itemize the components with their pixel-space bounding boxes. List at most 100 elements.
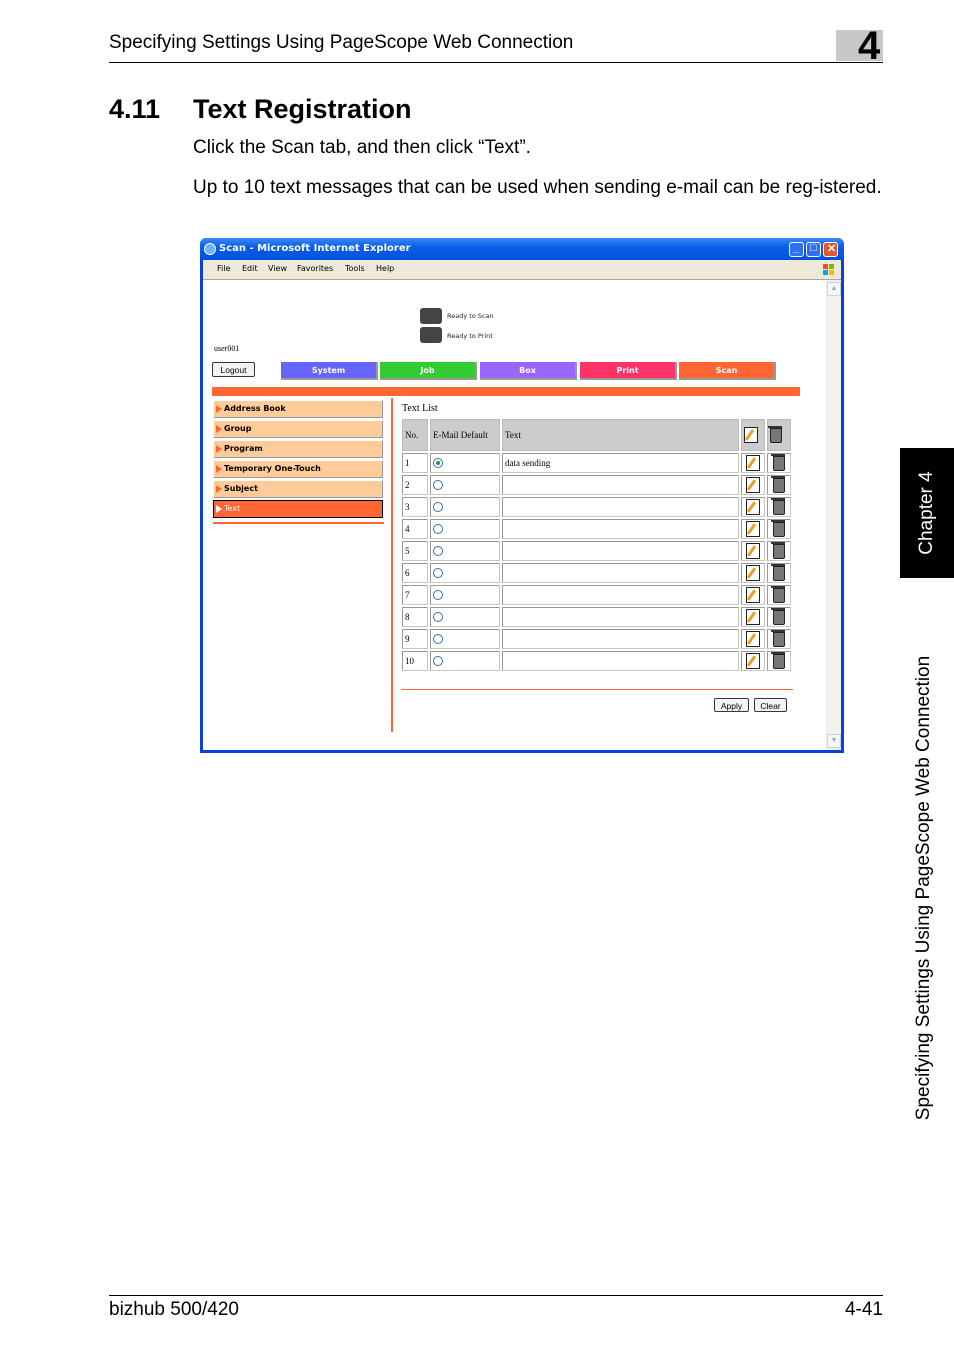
trash-icon[interactable] bbox=[771, 497, 785, 515]
default-radio-cell bbox=[430, 629, 500, 649]
edit-cell bbox=[741, 585, 765, 605]
maximize-button[interactable]: □ bbox=[806, 242, 821, 257]
row-text bbox=[502, 475, 739, 495]
ie-icon bbox=[204, 243, 216, 255]
email-default-radio[interactable] bbox=[433, 524, 443, 535]
row-number: 3 bbox=[402, 497, 428, 517]
delete-cell bbox=[767, 563, 791, 583]
menu-item-address-book[interactable]: Address Book bbox=[213, 400, 383, 418]
scan-status: Ready to Scan bbox=[447, 312, 494, 320]
edit-icon[interactable] bbox=[746, 565, 760, 581]
default-radio-cell bbox=[430, 541, 500, 561]
edit-icon[interactable] bbox=[746, 543, 760, 559]
email-default-radio[interactable] bbox=[433, 502, 443, 513]
email-default-radio[interactable] bbox=[433, 590, 443, 601]
delete-cell bbox=[767, 607, 791, 627]
trash-icon[interactable] bbox=[771, 519, 785, 537]
delete-cell bbox=[767, 497, 791, 517]
email-default-radio[interactable] bbox=[433, 568, 443, 579]
trash-icon[interactable] bbox=[771, 541, 785, 559]
menu-help[interactable]: Help bbox=[376, 264, 394, 273]
tab-print[interactable]: Print bbox=[580, 362, 677, 380]
edit-cell bbox=[741, 453, 765, 473]
col-delete bbox=[767, 419, 791, 451]
print-status: Ready to Print bbox=[447, 332, 493, 340]
delete-cell bbox=[767, 475, 791, 495]
apply-button[interactable]: Apply bbox=[714, 698, 749, 712]
menu-favorites[interactable]: Favorites bbox=[297, 264, 333, 273]
table-row: 9 bbox=[402, 629, 791, 649]
scroll-down-icon[interactable]: ▼ bbox=[827, 734, 841, 748]
section-title: Text Registration bbox=[193, 94, 412, 124]
windows-logo-icon bbox=[823, 264, 834, 275]
email-default-radio[interactable] bbox=[433, 480, 443, 491]
edit-cell bbox=[741, 497, 765, 517]
table-row: 1 data sending bbox=[402, 453, 791, 473]
menu-view[interactable]: View bbox=[268, 264, 287, 273]
row-text bbox=[502, 519, 739, 539]
page-content: ▲ ▼ Ready to Scan Ready to Print user001… bbox=[203, 280, 841, 750]
col-email-default: E-Mail Default bbox=[430, 419, 500, 451]
row-text bbox=[502, 651, 739, 671]
edit-icon[interactable] bbox=[746, 521, 760, 537]
edit-icon[interactable] bbox=[746, 499, 760, 515]
tab-box[interactable]: Box bbox=[480, 362, 577, 380]
email-default-radio[interactable] bbox=[433, 458, 443, 469]
menu-item-program[interactable]: Program bbox=[213, 440, 383, 458]
edit-icon[interactable] bbox=[746, 653, 760, 669]
trash-icon[interactable] bbox=[771, 585, 785, 603]
trash-icon[interactable] bbox=[771, 563, 785, 581]
trash-icon[interactable] bbox=[771, 651, 785, 669]
instruction-paragraph: Click the Scan tab, and then click “Text… bbox=[193, 137, 531, 158]
vertical-scrollbar[interactable]: ▲ ▼ bbox=[826, 280, 841, 750]
menu-bar: File Edit View Favorites Tools Help bbox=[203, 260, 841, 280]
menu-item-subject[interactable]: Subject bbox=[213, 480, 383, 498]
minimize-button[interactable]: _ bbox=[789, 242, 804, 257]
default-radio-cell bbox=[430, 497, 500, 517]
email-default-radio[interactable] bbox=[433, 634, 443, 645]
menu-item-group[interactable]: Group bbox=[213, 420, 383, 438]
menu-tools[interactable]: Tools bbox=[345, 264, 365, 273]
menu-edit[interactable]: Edit bbox=[242, 264, 258, 273]
edit-icon[interactable] bbox=[746, 477, 760, 493]
email-default-radio[interactable] bbox=[433, 656, 443, 667]
scroll-up-icon[interactable]: ▲ bbox=[827, 282, 841, 296]
clear-button[interactable]: Clear bbox=[754, 698, 787, 712]
edit-icon[interactable] bbox=[746, 455, 760, 471]
menu-file[interactable]: File bbox=[217, 264, 230, 273]
email-default-radio[interactable] bbox=[433, 612, 443, 623]
table-row: 6 bbox=[402, 563, 791, 583]
edit-icon[interactable] bbox=[746, 631, 760, 647]
side-section-title: Specifying Settings Using PageScope Web … bbox=[913, 655, 934, 1121]
default-radio-cell bbox=[430, 519, 500, 539]
edit-icon[interactable] bbox=[746, 609, 760, 625]
tab-system[interactable]: System bbox=[281, 362, 378, 380]
menu-item-text[interactable]: Text bbox=[213, 500, 383, 518]
trash-icon[interactable] bbox=[771, 607, 785, 625]
edit-cell bbox=[741, 563, 765, 583]
col-no: No. bbox=[402, 419, 428, 451]
window-title: Scan - Microsoft Internet Explorer bbox=[219, 243, 411, 254]
trash-icon[interactable] bbox=[771, 629, 785, 647]
footer-page-number: 4-41 bbox=[844, 1299, 883, 1320]
tab-job[interactable]: Job bbox=[380, 362, 477, 380]
close-button[interactable]: ✕ bbox=[823, 242, 838, 257]
text-list-table: No. E-Mail Default Text 1 data sending 2 3 4… bbox=[400, 417, 793, 673]
edit-icon[interactable] bbox=[746, 587, 760, 603]
delete-cell bbox=[767, 519, 791, 539]
row-number: 5 bbox=[402, 541, 428, 561]
delete-cell bbox=[767, 651, 791, 671]
tab-scan[interactable]: Scan bbox=[679, 362, 776, 380]
menu-item-temporary-one-touch[interactable]: Temporary One-Touch bbox=[213, 460, 383, 478]
footer-product: bizhub 500/420 bbox=[109, 1299, 239, 1320]
side-chapter-tab: Chapter 4 bbox=[900, 448, 954, 578]
email-default-radio[interactable] bbox=[433, 546, 443, 557]
table-row: 3 bbox=[402, 497, 791, 517]
edit-cell bbox=[741, 519, 765, 539]
trash-icon[interactable] bbox=[771, 453, 785, 471]
logout-button[interactable]: Logout bbox=[212, 362, 255, 377]
row-number: 8 bbox=[402, 607, 428, 627]
ie-window: Scan - Microsoft Internet Explorer _ □ ✕… bbox=[200, 238, 844, 753]
trash-icon[interactable] bbox=[771, 475, 785, 493]
table-row: 10 bbox=[402, 651, 791, 671]
